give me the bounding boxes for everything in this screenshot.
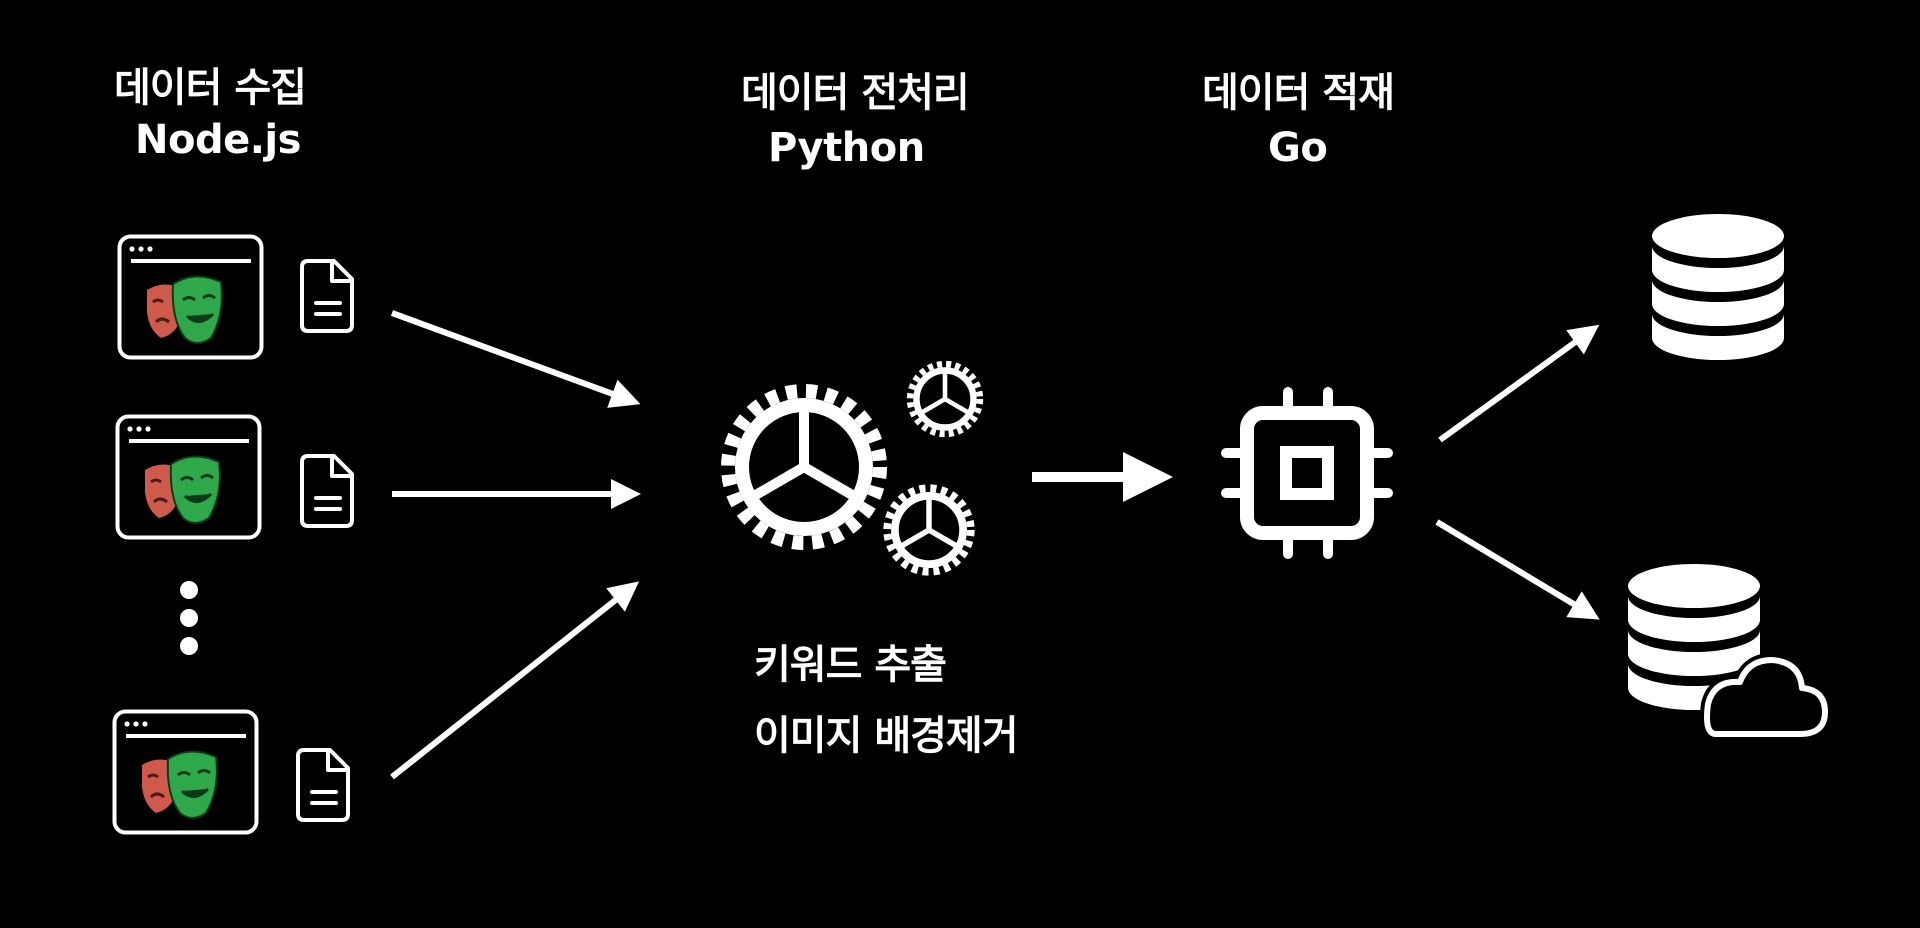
arrow-collect-to-preprocess bbox=[390, 581, 640, 780]
vertical-ellipsis-icon bbox=[180, 581, 198, 655]
document-icon bbox=[296, 748, 350, 822]
document-icon bbox=[300, 259, 354, 333]
diagram-canvas bbox=[112, 214, 1833, 835]
database-icon bbox=[1652, 214, 1784, 360]
arrow-collect-to-preprocess bbox=[390, 310, 641, 408]
playwright-browser-window-icon bbox=[115, 414, 262, 540]
arrow-load-to-database bbox=[1438, 324, 1600, 443]
gears-icon bbox=[728, 364, 980, 572]
arrow-load-to-cloud-database bbox=[1435, 519, 1600, 620]
playwright-browser-window-icon bbox=[117, 234, 264, 360]
playwright-browser-window-icon bbox=[112, 709, 259, 835]
cloud-database-icon bbox=[1628, 564, 1833, 741]
cpu-chip-icon bbox=[1221, 387, 1393, 559]
document-icon bbox=[300, 454, 354, 528]
pipeline-diagram: 데이터 수집 Node.js 데이터 전처리 Python 데이터 적재 Go … bbox=[0, 0, 1920, 928]
